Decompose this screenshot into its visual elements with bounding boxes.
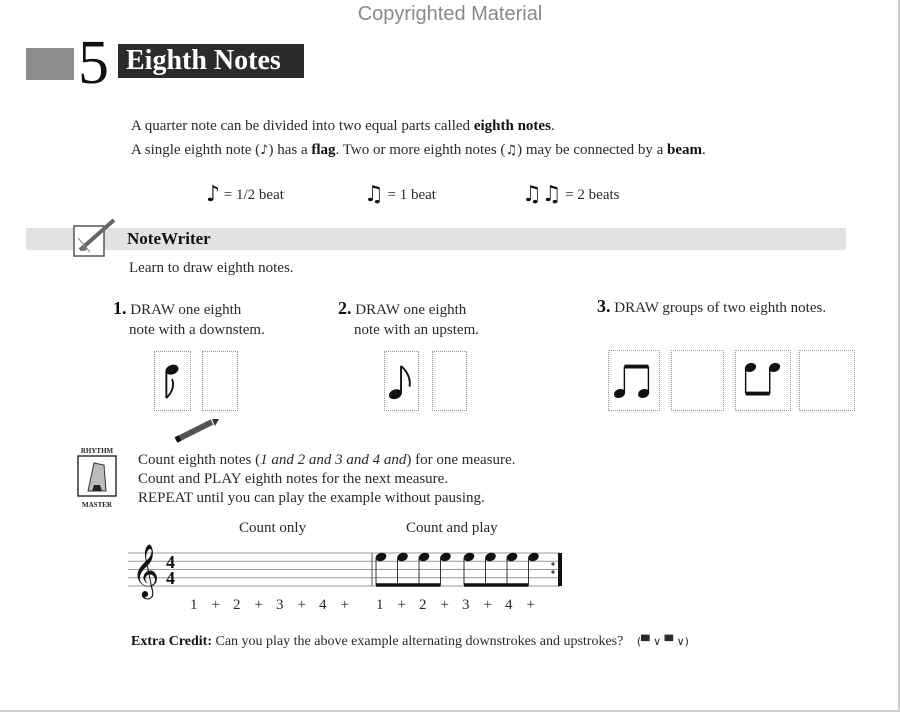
intro-text: . Two or more eighth notes ( xyxy=(335,142,506,158)
flag xyxy=(165,378,175,399)
beamed-eighth-notes-icon: ♫ xyxy=(505,143,518,158)
step-text: note with a downstem. xyxy=(129,322,265,338)
chapter-title: Eighth Notes xyxy=(118,44,304,78)
intro-text: . xyxy=(702,142,706,158)
intro-bold-eighth-notes: eighth notes xyxy=(473,118,551,134)
measure-2-notes xyxy=(375,552,539,587)
measure-1-label: Count only xyxy=(239,520,307,536)
copyright-watermark: Copyrighted Material xyxy=(357,3,543,25)
chapter-accent-block xyxy=(26,48,74,80)
notewriter-pencil-icon xyxy=(73,218,116,257)
measure-2-label: Count and play xyxy=(406,520,498,536)
treble-clef-icon: 𝄞 xyxy=(132,543,159,599)
value-label: = 2 beats xyxy=(565,187,620,203)
rhythm-master-instructions: Count eighth notes (1 and 2 and 3 and 4 … xyxy=(138,451,515,508)
intro-line-2: A single eighth note (♪) has a flag. Two… xyxy=(131,138,706,163)
intro-text: ) may be connected by a xyxy=(517,142,668,158)
music-staff: 𝄞 4 4 xyxy=(128,543,562,599)
notewriter-subtitle: Learn to draw eighth notes. xyxy=(129,260,294,276)
count-measure-2: 4 xyxy=(505,597,513,613)
instruction-italic: 1 and 2 and 3 and 4 and xyxy=(260,452,407,468)
intro-bold-beam: beam xyxy=(667,142,703,158)
step-text: DRAW one eighth xyxy=(130,302,242,318)
step-3: 3. DRAW groups of two eighth notes. xyxy=(597,296,826,318)
intro-line-1: A quarter note can be divided into two e… xyxy=(131,114,706,138)
extra-credit-text: Can you play the above example alternati… xyxy=(212,634,624,649)
pencil-icon xyxy=(174,419,219,443)
rhythm-master-top-text: RHYTHM xyxy=(81,447,114,455)
count-measure-2: + xyxy=(526,597,535,613)
value-label: = 1/2 beat xyxy=(223,187,284,203)
example-box-upstem-pair xyxy=(608,350,660,411)
step-number: 2. xyxy=(338,298,352,318)
step-text: note with an upstem. xyxy=(354,322,479,338)
eighth-note-icon: ♪ xyxy=(206,182,221,207)
counting-row: 1 +2 +3 +4 +1 +2 +3 +4 + xyxy=(190,597,550,617)
step-2: 2. DRAW one eighth note with an upstem. xyxy=(338,298,479,340)
count-measure-2: + xyxy=(440,597,449,613)
chapter-number: 5 xyxy=(78,29,109,97)
rhythm-master-bottom-text: MASTER xyxy=(82,501,113,509)
step-number: 3. xyxy=(597,296,611,316)
intro-paragraph: A quarter note can be divided into two e… xyxy=(131,114,706,163)
count-measure-1: + xyxy=(254,597,263,613)
beamed-pair-icon: ♫ xyxy=(364,182,384,207)
step-text: DRAW groups of two eighth notes. xyxy=(614,300,827,316)
count-measure-1: 3 xyxy=(276,597,284,613)
extra-credit: Extra Credit: Can you play the above exa… xyxy=(131,634,689,650)
intro-text: ) has a xyxy=(268,142,312,158)
practice-box-3[interactable] xyxy=(671,350,724,411)
extra-credit-label: Extra Credit: xyxy=(131,634,212,649)
practice-box-4[interactable] xyxy=(799,350,855,411)
step-1: 1. DRAW one eighth note with a downstem. xyxy=(113,298,265,340)
time-signature-bottom: 4 xyxy=(166,568,175,588)
intro-text: A single eighth note ( xyxy=(131,142,261,158)
count-measure-1: 4 xyxy=(319,597,327,613)
intro-text: A quarter note can be divided into two e… xyxy=(131,118,474,134)
instruction-line-1: Count eighth notes (1 and 2 and 3 and 4 … xyxy=(138,451,515,470)
repeat-dot xyxy=(551,570,555,574)
rhythm-master-icon: RHYTHM MASTER xyxy=(77,447,117,509)
intro-text: . xyxy=(550,118,555,134)
repeat-dot xyxy=(551,562,555,566)
value-half-beat: ♪ = 1/2 beat xyxy=(206,182,284,210)
count-measure-1: 2 xyxy=(233,597,241,613)
example-box-upstem xyxy=(384,351,419,411)
intro-bold-flag: flag xyxy=(311,142,336,158)
practice-box-1[interactable] xyxy=(202,351,238,411)
value-one-beat: ♫ = 1 beat xyxy=(364,182,436,210)
step-text: DRAW one eighth xyxy=(355,302,467,318)
example-box-downstem xyxy=(154,351,191,411)
count-measure-2: + xyxy=(483,597,492,613)
value-two-beats: ♫♫ = 2 beats xyxy=(522,182,619,210)
instruction-text: Count eighth notes ( xyxy=(138,452,261,468)
value-label: = 1 beat xyxy=(387,187,436,203)
practice-box-2[interactable] xyxy=(432,351,467,411)
instruction-text: ) for one measure. xyxy=(406,452,516,468)
instruction-line-3: REPEAT until you can play the example wi… xyxy=(138,490,485,506)
count-measure-1: + xyxy=(211,597,220,613)
instruction-line-2: Count and PLAY eighth notes for the next… xyxy=(138,471,449,487)
beamed-four-icon: ♫♫ xyxy=(522,182,562,207)
strokes-symbols-icon: (▀ ∨ ▀ ∨) xyxy=(636,635,689,648)
count-measure-1: + xyxy=(297,597,306,613)
count-measure-2: + xyxy=(397,597,406,613)
count-measure-1: + xyxy=(340,597,349,613)
flag xyxy=(400,365,411,387)
count-measure-2: 3 xyxy=(462,597,470,613)
step-number: 1. xyxy=(113,298,127,318)
count-measure-1: 1 xyxy=(190,597,198,613)
notewriter-title: NoteWriter xyxy=(127,229,211,248)
count-measure-2: 2 xyxy=(419,597,427,613)
count-measure-2: 1 xyxy=(376,597,384,613)
example-box-downstem-pair xyxy=(735,350,791,411)
